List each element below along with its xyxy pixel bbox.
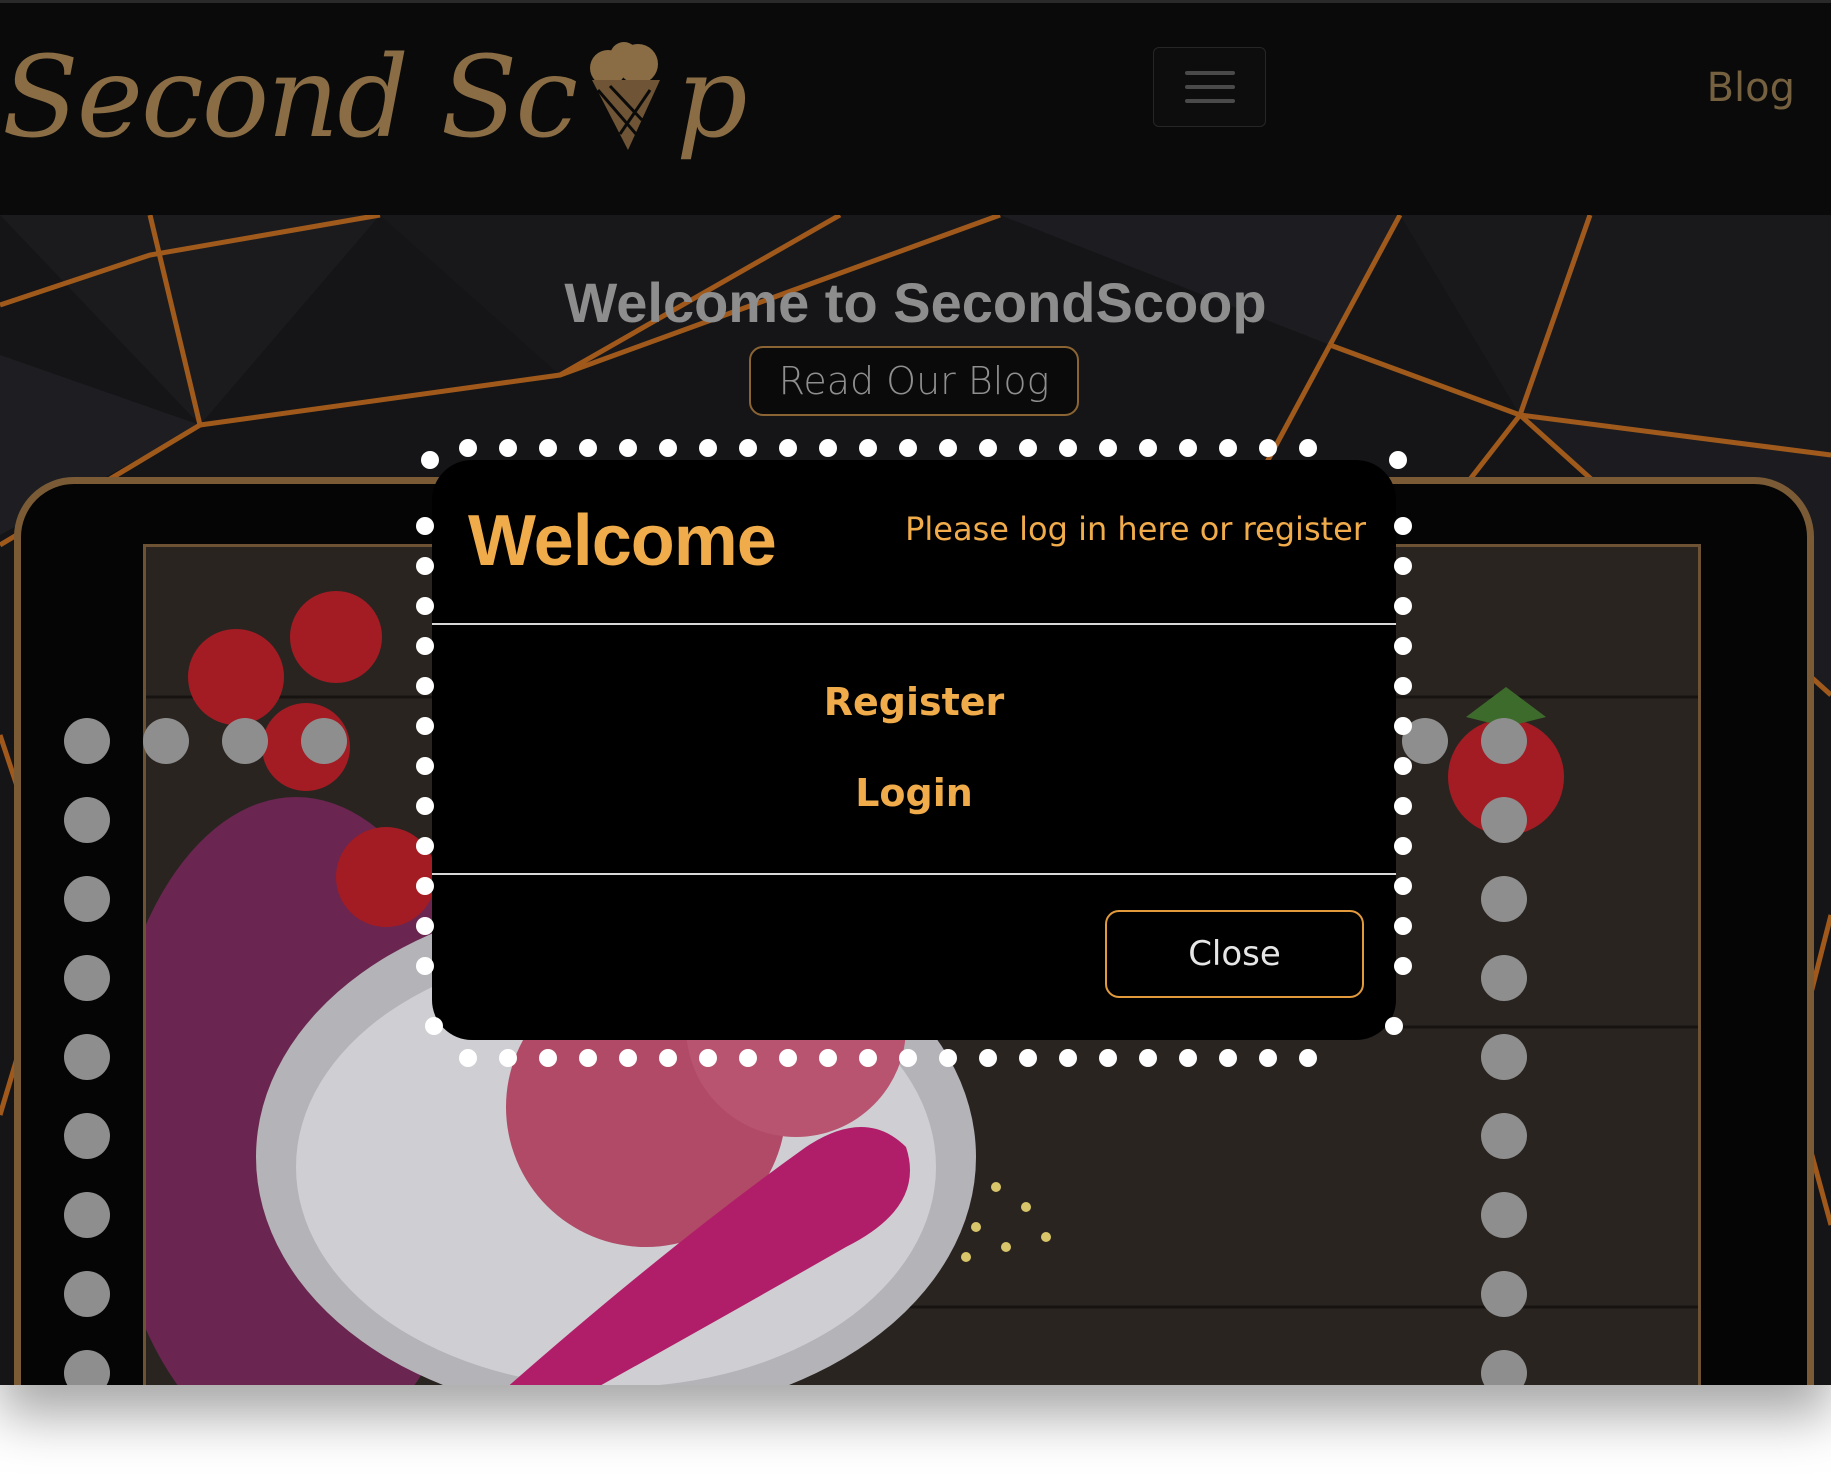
- read-blog-button[interactable]: Read Our Blog: [749, 346, 1079, 416]
- nav-link-blog[interactable]: Blog: [1707, 65, 1795, 111]
- hamburger-icon: [1184, 71, 1235, 75]
- hamburger-icon-bar: [1184, 85, 1235, 89]
- brand-logo[interactable]: Second Sc p: [2, 13, 748, 183]
- brand-text-end: p: [676, 33, 748, 163]
- login-link[interactable]: Login: [432, 771, 1396, 815]
- welcome-modal: Welcome Please log in here or register R…: [432, 460, 1396, 1040]
- hamburger-icon-bar: [1184, 99, 1235, 103]
- close-button[interactable]: Close: [1105, 910, 1364, 998]
- hero-title: Welcome to SecondScoop: [564, 271, 1267, 334]
- modal-title: Welcome: [468, 501, 777, 581]
- navbar: Second Sc p Blog: [0, 0, 1831, 215]
- navbar-toggler-button[interactable]: [1153, 47, 1266, 127]
- modal-body: Register Login: [432, 625, 1396, 875]
- modal-subtitle: Please log in here or register: [905, 510, 1366, 548]
- page-viewport: Second Sc p Blog Welcome to SecondScoop …: [0, 0, 1831, 1385]
- ice-cream-cone-icon: [580, 38, 673, 158]
- register-link[interactable]: Register: [432, 680, 1396, 724]
- brand-text-start: Second Sc: [2, 33, 578, 163]
- modal-header: Welcome Please log in here or register: [432, 460, 1396, 625]
